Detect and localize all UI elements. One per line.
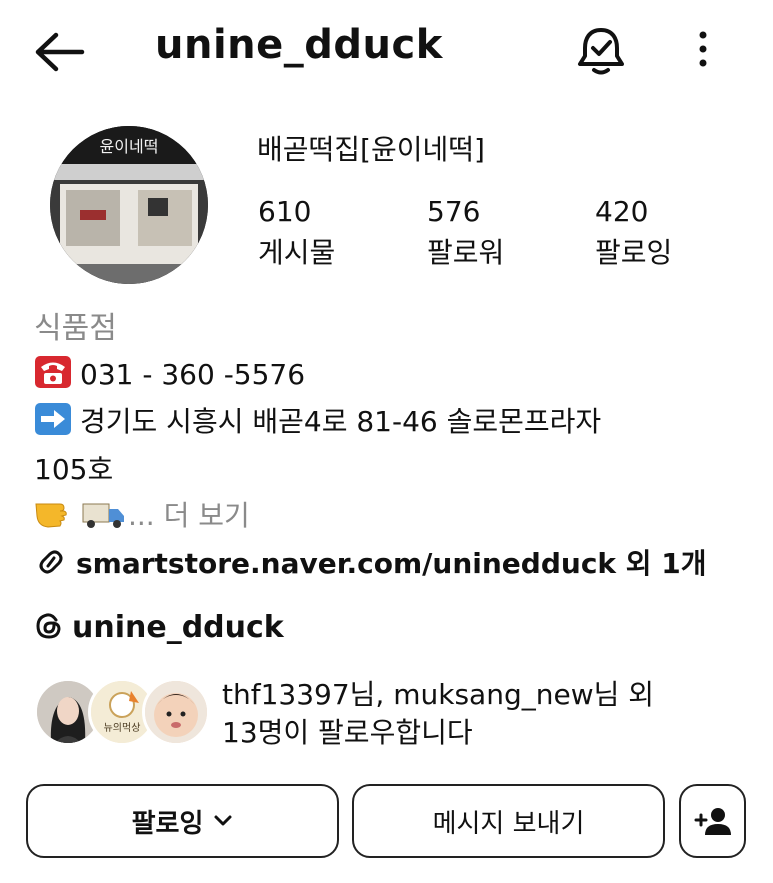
profile-category: 식품점 bbox=[34, 311, 117, 346]
following-button-label: 팔로잉 bbox=[131, 808, 204, 839]
profile-link-url[interactable]: smartstore.naver.com/uninedduck bbox=[76, 547, 616, 580]
stat-posts[interactable]: 610 게시물 bbox=[258, 193, 398, 275]
threads-icon bbox=[36, 613, 61, 639]
profile-avatar[interactable]: 윤이네떡 bbox=[50, 126, 208, 284]
stat-posts-label: 게시물 bbox=[258, 236, 336, 269]
stat-followers[interactable]: 576 팔로워 bbox=[427, 193, 567, 275]
right-arrow-emoji-icon bbox=[34, 402, 72, 436]
stat-followers-label: 팔로워 bbox=[427, 236, 505, 269]
pointing-hand-icon bbox=[34, 496, 74, 530]
bio-more-link[interactable]: 더 보기 bbox=[164, 499, 250, 532]
bio-address: 경기도 시흥시 배곧4로 81-46 솔로몬프라자 bbox=[80, 405, 602, 438]
mutual-followers-line2: 13명이 팔로우합니다 bbox=[222, 716, 473, 749]
bell-check-icon bbox=[578, 28, 624, 75]
mutual-follower-avatar bbox=[142, 678, 210, 746]
more-options-button[interactable] bbox=[688, 28, 718, 72]
storefront-image: 윤이네떡 bbox=[50, 126, 208, 284]
profile-link-extra[interactable]: 외 1개 bbox=[626, 547, 707, 580]
profile-display-name: 배곧떡집[윤이네떡] bbox=[257, 133, 485, 166]
stat-followers-count: 576 bbox=[427, 195, 481, 228]
back-button[interactable] bbox=[34, 30, 86, 74]
stat-following-label: 팔로잉 bbox=[595, 236, 673, 269]
profile-username-title: unine_dduck bbox=[155, 22, 443, 68]
message-button[interactable]: 메시지 보내기 bbox=[352, 784, 665, 858]
delivery-truck-icon bbox=[82, 496, 126, 530]
stat-following-count: 420 bbox=[595, 195, 649, 228]
following-button[interactable]: 팔로잉 bbox=[26, 784, 339, 858]
stat-posts-count: 610 bbox=[258, 195, 312, 228]
bio-phone-line: 031 - 360 -5576 bbox=[34, 355, 305, 391]
threads-username[interactable]: unine_dduck bbox=[72, 610, 284, 645]
mutual-followers-avatars[interactable]: 뉴의먹상 bbox=[34, 678, 214, 748]
bio-address-line: 경기도 시흥시 배곧4로 81-46 솔로몬프라자 bbox=[34, 400, 601, 440]
mutual-followers-line1: thf13397님, muksang_new님 외 bbox=[222, 678, 655, 711]
stat-following[interactable]: 420 팔로잉 bbox=[595, 193, 735, 275]
bio-address-line2: 105호 bbox=[34, 453, 114, 486]
avatar-sign-text: 윤이네떡 bbox=[100, 137, 159, 156]
notifications-button[interactable] bbox=[576, 24, 626, 76]
bio-more-line[interactable]: ... 더 보기 bbox=[34, 494, 250, 534]
chevron-down-icon bbox=[214, 815, 232, 826]
bio-ellipsis: ... bbox=[128, 499, 155, 532]
bio-phone: 031 - 360 -5576 bbox=[80, 358, 306, 391]
arrow-left-icon bbox=[35, 32, 85, 72]
mutual-follower-avatar-label: 뉴의먹상 bbox=[104, 722, 141, 734]
person-add-icon bbox=[694, 808, 731, 835]
message-button-label: 메시지 보내기 bbox=[432, 808, 585, 839]
threads-badge[interactable]: unine_dduck bbox=[34, 610, 284, 645]
suggested-people-button[interactable] bbox=[679, 784, 746, 858]
mutual-followers-text[interactable]: thf13397님, muksang_new님 외 13명이 팔로우합니다 bbox=[222, 676, 654, 752]
telephone-icon bbox=[34, 355, 72, 389]
profile-link-row[interactable]: smartstore.naver.com/uninedduck 외 1개 bbox=[34, 542, 707, 582]
more-vertical-icon bbox=[699, 31, 707, 67]
link-icon bbox=[39, 550, 63, 574]
